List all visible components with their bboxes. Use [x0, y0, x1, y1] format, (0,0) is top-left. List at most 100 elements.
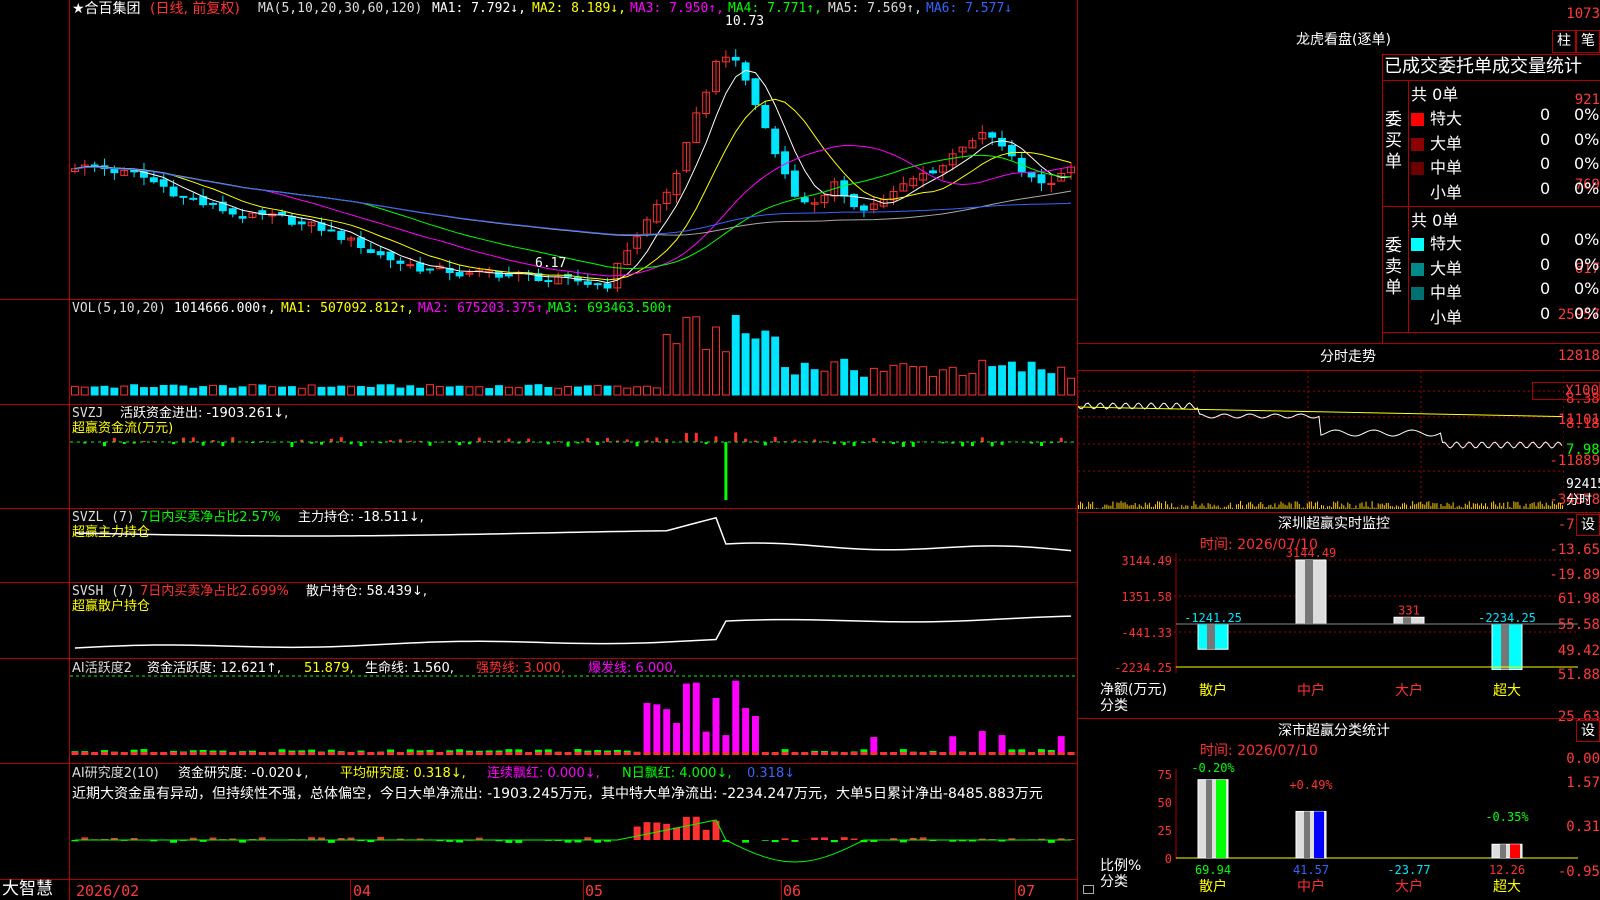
fenshi-vol-bar [1454, 507, 1456, 509]
row-count: 0 [1540, 154, 1551, 173]
bar-mode-button[interactable]: 柱 [1552, 30, 1576, 53]
candle-body [840, 180, 849, 197]
szmon-xlabel: 分类 [1100, 698, 1128, 714]
vol-tick: 12818 [1557, 348, 1600, 364]
volume-bar [396, 387, 405, 396]
app-logo[interactable]: 大智慧 [2, 881, 53, 898]
base-bar [860, 752, 868, 755]
candle-body [929, 170, 937, 174]
fenshi-tab[interactable]: 分时 [1566, 493, 1592, 509]
fenshi-vol-bar [1349, 503, 1351, 509]
row-name: 特大 [1430, 109, 1463, 128]
fenshi-vol-bar [1462, 507, 1464, 509]
volume-bar [800, 362, 809, 396]
base-bar [199, 752, 207, 755]
research-bar [761, 840, 769, 841]
activity-bar [712, 698, 720, 755]
szcls-change: +0.49% [1289, 778, 1333, 792]
szcls-ylabel: 比例% [1100, 858, 1142, 874]
flow-bar [201, 442, 205, 446]
fenshi-vol-bar [1098, 508, 1100, 509]
fenshi-chart[interactable] [1078, 371, 1564, 511]
base-bar [387, 752, 394, 755]
fenshi-tick: 7.98 [1566, 442, 1600, 458]
base-bar [130, 752, 138, 755]
research-bar [712, 820, 720, 840]
base-bar [258, 752, 266, 755]
base-bar [692, 752, 700, 755]
fenshi-vol-bar [1201, 503, 1203, 509]
lhb-header: 已成交委托单成交量统计 [1384, 56, 1582, 77]
research-bar [771, 840, 779, 843]
row-count: 0 [1540, 279, 1551, 298]
volume-bar [406, 385, 415, 396]
fenshi-vol-bar [1341, 503, 1343, 509]
row-pct: 0% [1574, 230, 1600, 249]
volume-bar [485, 388, 494, 396]
volume-bar [840, 358, 849, 396]
base-bar [771, 752, 779, 755]
base-bar [71, 752, 79, 755]
base-bar [1047, 752, 1055, 755]
base-bar [377, 752, 385, 755]
base-bar [219, 752, 227, 755]
szcls-change: -0.35% [1485, 810, 1529, 824]
fenshi-vol-bar [1116, 502, 1118, 509]
fenshi-vol-bar [1531, 502, 1533, 509]
volume-bar [504, 386, 513, 396]
flow-bar [359, 442, 363, 447]
tick-mode-button[interactable]: 笔 [1576, 30, 1600, 53]
volume-bar [712, 326, 720, 396]
fenshi-vol-bar [1240, 501, 1241, 509]
volume-bar [347, 385, 356, 396]
volume-bar [988, 366, 997, 396]
fenshi-vol-bar [1223, 506, 1225, 509]
fenshi-vol-bar [1250, 501, 1252, 509]
szcls-category: 散户 [1199, 878, 1227, 895]
fenshi-vol-bar [1175, 507, 1177, 509]
fenshi-vol-bar [1086, 506, 1088, 509]
fenshi-vol-bar [1436, 503, 1438, 509]
sell-orders-label: 委卖单 [1385, 236, 1402, 298]
candle-body [376, 251, 385, 256]
fenshi-vol-bar [1529, 503, 1531, 509]
candle-body [790, 170, 799, 197]
base-bar [850, 752, 858, 755]
flow-bar [339, 437, 343, 442]
row-name: 大单 [1430, 133, 1463, 153]
base-bar [209, 752, 217, 755]
volume-bar [465, 386, 474, 396]
volume-bar [672, 343, 681, 396]
fenshi-vol-bar [1452, 502, 1454, 509]
ma120-line [74, 166, 1072, 236]
fenshi-vol-bar [1193, 501, 1195, 509]
candlestick-chart[interactable] [70, 0, 1076, 900]
fenshi-vol-bar [1237, 503, 1239, 509]
fenshi-vol-bar [1156, 501, 1158, 509]
row-pct: 0% [1574, 178, 1600, 198]
fenshi-vol-bar [1268, 505, 1270, 509]
volume-bar [583, 385, 592, 396]
fenshi-vol-bar [1379, 504, 1381, 509]
fenshi-vol-bar [1404, 502, 1406, 509]
color-swatch [1411, 262, 1424, 276]
fenshi-vol-bar [1310, 501, 1312, 509]
base-bar [682, 752, 690, 755]
volume-bar [140, 387, 148, 396]
volume-bar [692, 316, 701, 396]
fenshi-vol-bar [1561, 505, 1563, 509]
candle-body [406, 264, 415, 267]
flow-bar [1039, 442, 1043, 447]
volume-bar [307, 384, 316, 396]
activity-bar [742, 708, 750, 755]
candle-body [297, 221, 306, 225]
activity-bar [702, 731, 710, 755]
fenshi-vol-bar [1438, 508, 1440, 509]
fenshi-vol-bar [1495, 504, 1497, 509]
fenshi-vol-bar [1244, 508, 1246, 509]
flow-bar [556, 441, 560, 442]
fenshi-vol-bar [1424, 504, 1426, 509]
fenshi-vol-bar [1347, 502, 1349, 509]
candle-body [998, 137, 1006, 147]
flow-bar [655, 437, 659, 442]
